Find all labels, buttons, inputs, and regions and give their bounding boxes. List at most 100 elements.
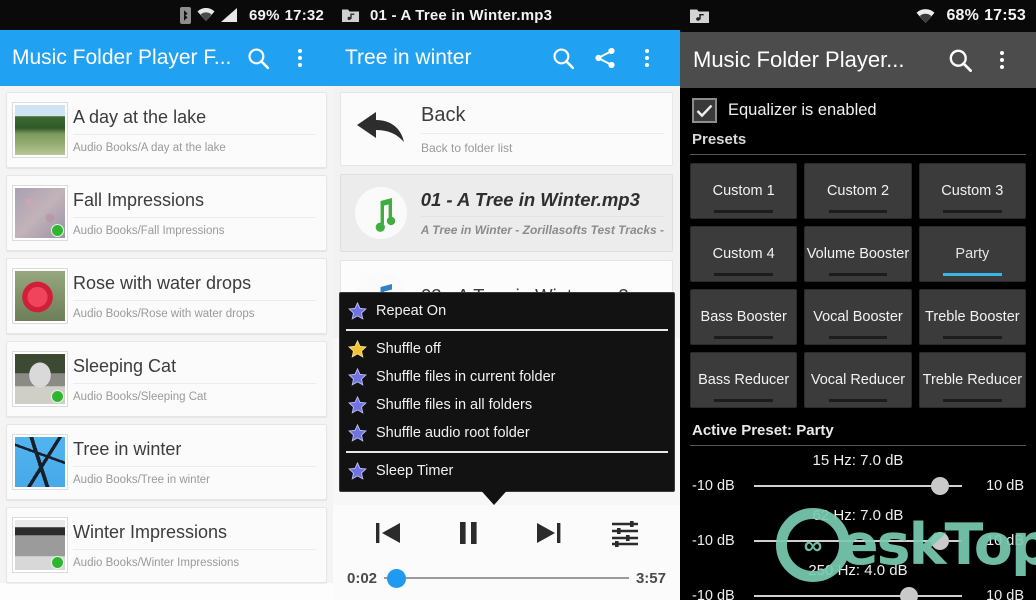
list-item[interactable]: Winter Impressions Audio Books/Winter Im… <box>6 507 327 583</box>
previous-button[interactable] <box>372 518 410 553</box>
back-arrow-icon <box>357 112 404 142</box>
list-item[interactable]: A day at the lake Audio Books/A day at t… <box>6 92 327 168</box>
equalizer-button[interactable] <box>609 518 641 553</box>
overflow-menu-button-2[interactable] <box>626 49 668 67</box>
menu-item-shuffle-audio-root[interactable]: Shuffle audio root folder <box>340 419 674 447</box>
preset-button-bass-reducer[interactable]: Bass Reducer <box>690 352 798 408</box>
menu-item-label: Shuffle files in all folders <box>376 397 533 413</box>
wifi-icon <box>197 8 215 22</box>
menu-item-label: Shuffle off <box>376 341 441 357</box>
app-title-1: Music Folder Player F... <box>12 46 232 69</box>
back-arrow-wrap <box>341 93 421 165</box>
player-controls: 0:02 3:57 <box>333 505 680 600</box>
equalizer-enabled-row[interactable]: Equalizer is enabled <box>680 88 1036 127</box>
band-min: -10 dB <box>692 588 735 600</box>
band-min: -10 dB <box>692 533 735 549</box>
preset-label: Custom 3 <box>941 182 1004 199</box>
status-bar-1: 69% 17:32 <box>0 0 333 30</box>
star-icon <box>348 301 367 320</box>
album-art <box>12 268 68 324</box>
seek-bar[interactable] <box>384 568 629 588</box>
preset-button-vocal-reducer[interactable]: Vocal Reducer <box>804 352 912 408</box>
album-art <box>12 185 68 241</box>
context-menu[interactable]: FILECR .com Repeat On Shuffle off Shuffl… <box>339 292 675 492</box>
preset-label: Custom 1 <box>712 182 775 199</box>
preset-label: Bass Booster <box>700 308 787 325</box>
list-item[interactable]: Rose with water drops Audio Books/Rose w… <box>6 258 327 334</box>
status-bar-2: 01 - A Tree in Winter.mp3 <box>333 0 680 30</box>
overflow-menu-button-3[interactable] <box>981 51 1023 69</box>
band-max: 10 dB <box>986 478 1024 494</box>
band-row-15hz: 15 Hz: 7.0 dB -10 dB 10 dB <box>680 446 1036 501</box>
band-slider-thumb[interactable] <box>930 477 949 495</box>
folder-title: Fall Impressions <box>73 190 316 218</box>
overflow-menu-button-1[interactable] <box>279 49 321 67</box>
band-label: 15 Hz: 7.0 dB <box>812 452 904 469</box>
folder-list[interactable]: A day at the lake Audio Books/A day at t… <box>0 86 333 583</box>
next-button[interactable] <box>529 518 567 553</box>
preset-button-party[interactable]: Party <box>918 226 1026 282</box>
seek-track <box>384 577 629 579</box>
band-slider[interactable] <box>754 477 962 495</box>
preset-button-custom-4[interactable]: Custom 4 <box>690 226 798 282</box>
battery-percent: 69% <box>249 6 280 24</box>
menu-item-repeat-on[interactable]: Repeat On <box>340 297 674 325</box>
app-bar-1: Music Folder Player F... <box>0 30 333 86</box>
album-art-wrap <box>7 508 73 582</box>
search-icon <box>552 47 574 69</box>
pause-button[interactable] <box>452 518 486 553</box>
app-bar-2: Tree in winter <box>333 30 680 86</box>
search-button-1[interactable] <box>237 46 279 71</box>
menu-item-shuffle-all-folders[interactable]: Shuffle files in all folders <box>340 391 674 419</box>
menu-item-label: Sleep Timer <box>376 463 454 479</box>
folder-title: Winter Impressions <box>73 522 316 550</box>
search-button-2[interactable] <box>542 46 584 71</box>
search-button-3[interactable] <box>939 47 981 74</box>
folder-path: Audio Books/Winter Impressions <box>73 556 240 569</box>
preset-button-custom-1[interactable]: Custom 1 <box>690 163 798 219</box>
active-preset-label: Active Preset: Party <box>692 422 834 439</box>
list-item[interactable]: Sleeping Cat Audio Books/Sleeping Cat <box>6 341 327 417</box>
preset-button-treble-booster[interactable]: Treble Booster <box>918 289 1026 345</box>
album-art <box>12 434 68 490</box>
share-icon <box>595 47 615 69</box>
folder-path: Audio Books/A day at the lake <box>73 141 226 154</box>
preset-button-bass-booster[interactable]: Bass Booster <box>690 289 798 345</box>
watermark-ring-icon: ∞ <box>776 508 850 582</box>
menu-item-label: Shuffle audio root folder <box>376 425 530 441</box>
back-item[interactable]: Back Back to folder list <box>340 92 673 166</box>
presets-label: Presets <box>692 131 747 148</box>
menu-item-sleep-timer[interactable]: Sleep Timer <box>340 457 674 485</box>
panel-player: 01 - A Tree in Winter.mp3 Tree in winter <box>333 0 680 600</box>
preset-button-treble-reducer[interactable]: Treble Reducer <box>918 352 1026 408</box>
equalizer-checkbox[interactable] <box>692 98 717 123</box>
wifi-icon <box>916 8 935 24</box>
star-icon <box>348 395 367 414</box>
watermark-text-2: Top <box>944 512 1036 578</box>
equalizer-enabled-label: Equalizer is enabled <box>728 101 877 119</box>
preset-button-custom-3[interactable]: Custom 3 <box>918 163 1026 219</box>
folder-path: Audio Books/Rose with water drops <box>73 307 255 320</box>
star-icon <box>348 423 367 442</box>
band-slider-thumb[interactable] <box>899 587 918 600</box>
menu-separator <box>346 329 668 331</box>
preset-button-custom-2[interactable]: Custom 2 <box>804 163 912 219</box>
share-button[interactable] <box>584 46 626 70</box>
list-item[interactable]: Tree in winter Audio Books/Tree in winte… <box>6 424 327 500</box>
band-slider[interactable] <box>754 587 962 600</box>
star-icon <box>348 367 367 386</box>
panel-equalizer: 68% 17:53 Music Folder Player... Equaliz <box>680 0 1036 600</box>
track-item-selected[interactable]: 01 - A Tree in Winter.mp3 A Tree in Wint… <box>340 174 673 252</box>
seek-thumb[interactable] <box>387 568 407 588</box>
preset-grid[interactable]: Custom 1 Custom 2 Custom 3 Custom 4 Volu… <box>680 155 1036 414</box>
menu-item-shuffle-off[interactable]: Shuffle off <box>340 335 674 363</box>
elapsed-time: 0:02 <box>347 569 378 587</box>
preset-button-volume-booster[interactable]: Volume Booster <box>804 226 912 282</box>
preset-label: Party <box>955 245 990 262</box>
duration-time: 3:57 <box>635 569 666 587</box>
app-title-2: Tree in winter <box>345 46 472 69</box>
menu-item-shuffle-current-folder[interactable]: Shuffle files in current folder <box>340 363 674 391</box>
preset-button-vocal-booster[interactable]: Vocal Booster <box>804 289 912 345</box>
overflow-menu-icon <box>1000 51 1004 69</box>
list-item[interactable]: Fall Impressions Audio Books/Fall Impres… <box>6 175 327 251</box>
